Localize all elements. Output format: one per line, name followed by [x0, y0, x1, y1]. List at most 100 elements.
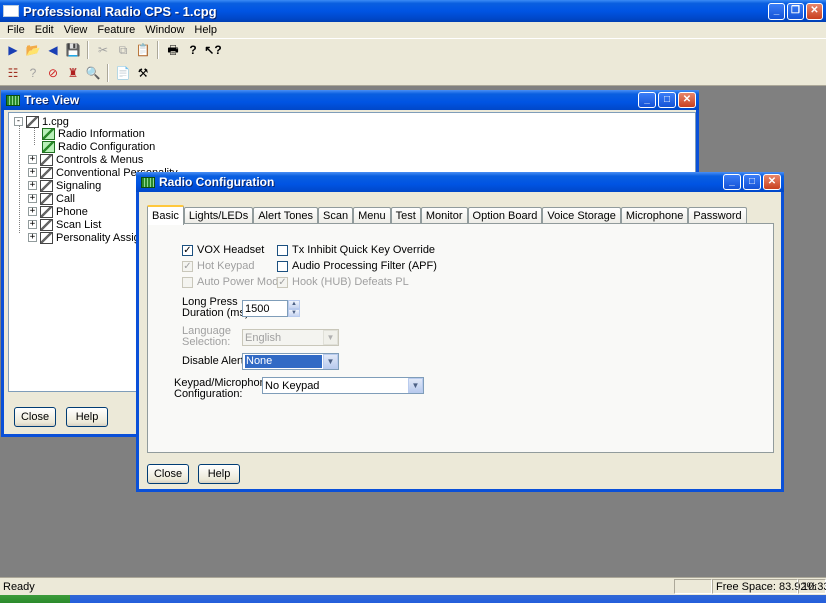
tree-line — [19, 125, 20, 233]
expand-icon[interactable]: + — [28, 220, 37, 229]
tree-close-dialog-button[interactable]: Close — [14, 407, 56, 427]
copy-icon[interactable]: ⧉ — [114, 41, 132, 59]
report-icon[interactable]: 📄 — [114, 64, 132, 82]
feature-toolbar: ☷ ? ⊘ ♜ 🔍 📄 ⚒ — [0, 61, 826, 86]
long-press-spinner[interactable]: ▲ ▼ — [288, 300, 300, 317]
tree-item-phone[interactable]: + Phone — [28, 205, 88, 218]
tx-inhibit-checkbox[interactable]: Tx Inhibit Quick Key Override — [277, 244, 435, 256]
tree-item-signaling[interactable]: + Signaling — [28, 179, 101, 192]
tab-microphone[interactable]: Microphone — [620, 207, 689, 224]
menu-view[interactable]: View — [59, 24, 93, 36]
menu-file[interactable]: File — [2, 24, 30, 36]
stop-icon[interactable]: ⊘ — [44, 64, 62, 82]
radio-minimize-button[interactable]: _ — [723, 174, 741, 190]
tab-option-board[interactable]: Option Board — [467, 207, 543, 224]
context-help-icon[interactable]: ↖? — [204, 41, 222, 59]
tab-monitor[interactable]: Monitor — [420, 207, 468, 224]
spin-down-icon[interactable]: ▼ — [288, 308, 300, 317]
disable-alerts-select[interactable]: None ▼ — [242, 353, 339, 370]
tree-item-scan-list[interactable]: + Scan List — [28, 218, 101, 231]
long-press-input[interactable]: 1500 — [242, 300, 288, 317]
write-radio-icon[interactable]: ◀ — [44, 41, 62, 59]
tab-alert-tones[interactable]: Alert Tones — [253, 207, 319, 224]
radio-icon — [40, 166, 53, 179]
tree-help-button[interactable]: Help — [66, 407, 108, 427]
help-icon[interactable]: ? — [184, 41, 202, 59]
tree-icon[interactable]: ☷ — [4, 64, 22, 82]
tab-lights-leds[interactable]: Lights/LEDs — [183, 207, 254, 224]
tree-maximize-button[interactable]: □ — [658, 92, 676, 108]
radio-config-title-bar[interactable]: Radio Configuration _ □ ✕ — [136, 172, 784, 192]
tree-item-label: Signaling — [56, 179, 102, 192]
zoom-icon[interactable]: 🔍 — [84, 64, 102, 82]
expand-icon[interactable]: + — [28, 194, 37, 203]
maximize-button[interactable]: ❐ — [787, 2, 804, 20]
status-bar: Ready Free Space: 83.92% 10:33 — [0, 577, 826, 595]
print-icon[interactable]: 🖶 — [164, 41, 182, 59]
tree-item-label: Phone — [56, 205, 88, 218]
apf-checkbox[interactable]: Audio Processing Filter (APF) — [277, 260, 437, 272]
taskbar — [0, 595, 826, 603]
tab-scan[interactable]: Scan — [318, 207, 354, 224]
app-title-bar[interactable]: Professional Radio CPS - 1.cpg _ ❐ ✕ — [0, 0, 826, 22]
tree-item-call[interactable]: + Call — [28, 192, 75, 205]
tree-minimize-button[interactable]: _ — [638, 92, 656, 108]
radio-help-button[interactable]: Help — [198, 464, 240, 484]
tree-view-title-bar[interactable]: Tree View _ □ ✕ — [1, 90, 699, 110]
spin-up-icon[interactable]: ▲ — [288, 300, 300, 309]
wizard-icon[interactable]: ♜ — [64, 64, 82, 82]
language-label: Language Selection: — [182, 325, 231, 348]
tools-icon[interactable]: ⚒ — [134, 64, 152, 82]
app-icon — [3, 5, 19, 17]
tree-item-controls-menus[interactable]: + Controls & Menus — [28, 153, 143, 166]
checkmark-icon: ✓ — [277, 276, 288, 288]
tree-item-radio-information[interactable]: Radio Information — [42, 127, 145, 140]
tab-password[interactable]: Password — [688, 207, 747, 224]
expand-icon[interactable]: + — [28, 168, 37, 177]
tab-menu[interactable]: Menu — [353, 207, 391, 224]
cut-icon[interactable]: ✂ — [94, 41, 112, 59]
radio-icon — [42, 127, 55, 140]
toolbar-separator — [107, 64, 109, 82]
auto-power-mode-checkbox: Auto Power Mode — [182, 276, 284, 288]
open-icon[interactable]: 📂 — [24, 41, 42, 59]
menu-window[interactable]: Window — [140, 24, 189, 36]
radio-maximize-button[interactable]: □ — [743, 174, 761, 190]
radio-close-button[interactable]: ✕ — [763, 174, 781, 190]
radio-close-dialog-button[interactable]: Close — [147, 464, 189, 484]
expand-icon[interactable]: + — [28, 155, 37, 164]
radio-icon — [42, 140, 55, 153]
tab-basic[interactable]: Basic — [147, 205, 184, 225]
checkmark-icon: ✓ — [182, 260, 193, 272]
menu-feature[interactable]: Feature — [92, 24, 140, 36]
menu-edit[interactable]: Edit — [30, 24, 59, 36]
expand-icon[interactable]: + — [28, 233, 37, 242]
chevron-down-icon[interactable]: ▼ — [323, 354, 338, 369]
expand-icon[interactable]: + — [28, 181, 37, 190]
vox-headset-checkbox[interactable]: ✓ VOX Headset — [182, 244, 264, 256]
disabled-icon[interactable]: ? — [24, 64, 42, 82]
keypad-mic-label: Keypad/Microphone Configuration: — [174, 377, 272, 400]
read-radio-icon[interactable]: ▶ — [4, 41, 22, 59]
paste-icon[interactable]: 📋 — [134, 41, 152, 59]
tab-voice-storage[interactable]: Voice Storage — [542, 207, 621, 224]
tree-item-label: Radio Information — [58, 127, 145, 140]
tree-line — [34, 125, 35, 145]
chevron-down-icon[interactable]: ▼ — [408, 378, 423, 393]
tree-item-radio-configuration[interactable]: Radio Configuration — [42, 140, 155, 153]
tree-close-button[interactable]: ✕ — [678, 92, 696, 108]
save-icon[interactable]: 💾 — [64, 41, 82, 59]
status-text: Ready — [3, 581, 35, 593]
keypad-mic-select[interactable]: No Keypad ▼ — [262, 377, 424, 394]
close-button[interactable]: ✕ — [806, 2, 823, 20]
radio-icon — [40, 179, 53, 192]
start-button[interactable] — [0, 595, 70, 603]
hook-hub-label: Hook (HUB) Defeats PL — [292, 276, 409, 288]
collapse-icon[interactable]: - — [14, 117, 23, 126]
tab-test[interactable]: Test — [390, 207, 421, 224]
radio-config-title: Radio Configuration — [159, 175, 275, 189]
minimize-button[interactable]: _ — [768, 2, 785, 20]
tree-item-label: Controls & Menus — [56, 153, 144, 166]
menu-help[interactable]: Help — [189, 24, 222, 36]
expand-icon[interactable]: + — [28, 207, 37, 216]
